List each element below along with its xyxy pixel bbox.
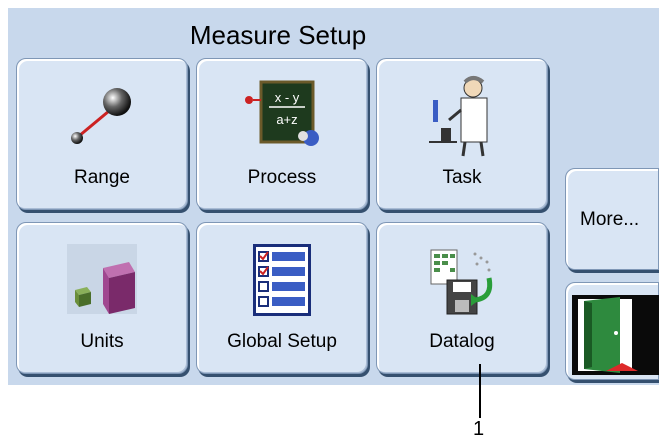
task-button[interactable]: Task (376, 58, 548, 210)
process-icon: x - y a+z (237, 69, 327, 161)
process-label: Process (247, 167, 317, 188)
svg-text:x - y: x - y (275, 90, 300, 105)
units-label: Units (80, 331, 124, 352)
units-icon (57, 233, 147, 325)
range-icon (57, 69, 147, 161)
range-label: Range (74, 167, 130, 188)
callout-line (479, 364, 481, 418)
page-title: Measure Setup (189, 20, 367, 50)
global-setup-label: Global Setup (227, 331, 337, 352)
datalog-icon (417, 233, 507, 325)
task-icon (417, 69, 507, 161)
range-button[interactable]: Range (16, 58, 188, 210)
more-button[interactable]: More... (565, 168, 659, 270)
exit-door-icon (572, 295, 659, 375)
exit-button[interactable] (565, 282, 659, 380)
datalog-button[interactable]: Datalog (376, 222, 548, 374)
global-setup-icon (237, 233, 327, 325)
datalog-label: Datalog (429, 331, 495, 352)
measure-setup-panel: Measure Setup Range x - y a+z Process Ta… (8, 8, 659, 385)
more-label: More... (580, 209, 640, 230)
process-button[interactable]: x - y a+z Process (196, 58, 368, 210)
global-setup-button[interactable]: Global Setup (196, 222, 368, 374)
callout-number: 1 (473, 418, 485, 440)
svg-text:a+z: a+z (276, 112, 297, 127)
units-button[interactable]: Units (16, 222, 188, 374)
task-label: Task (442, 167, 482, 188)
